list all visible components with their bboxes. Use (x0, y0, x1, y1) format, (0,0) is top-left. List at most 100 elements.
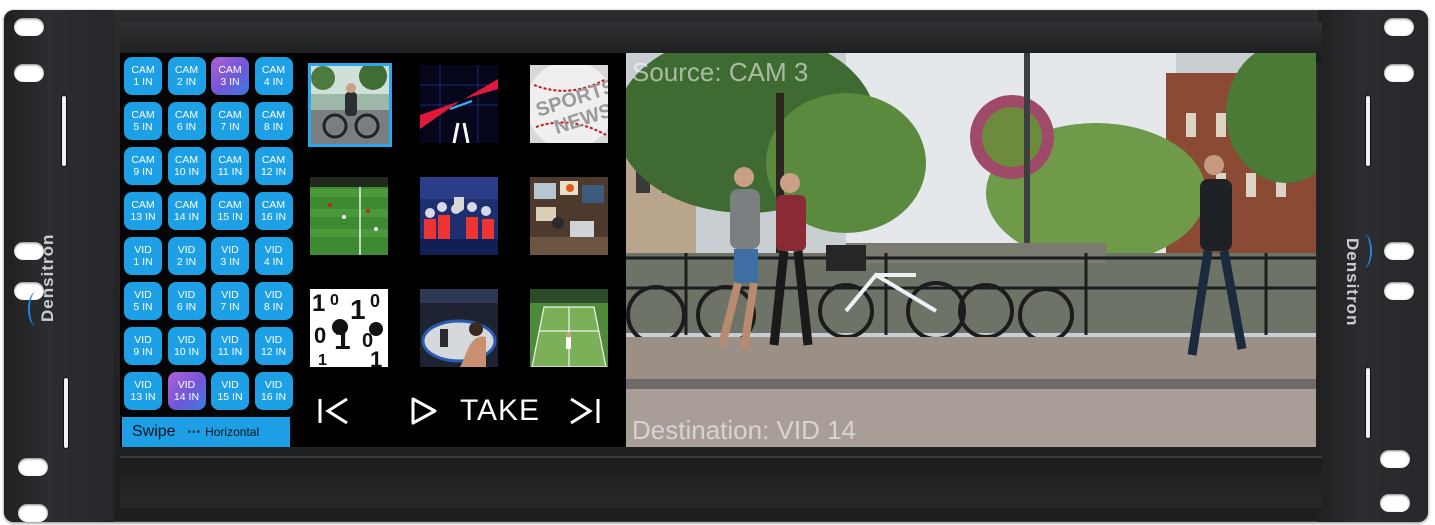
router-button-cam-13-in[interactable]: CAM 13 IN (124, 192, 162, 230)
router-button-vid-15-in[interactable]: VID 15 IN (211, 372, 249, 410)
vent-slot (64, 378, 68, 448)
destination-label: Destination: VID 14 (632, 415, 857, 445)
button-line-2: 15 IN (217, 211, 243, 223)
button-line-1: VID (221, 334, 239, 346)
router-button-cam-3-in[interactable]: CAM 3 IN (211, 57, 249, 95)
mount-hole (1380, 494, 1410, 512)
router-button-vid-5-in[interactable]: VID 5 IN (124, 282, 162, 320)
router-button-cam-9-in[interactable]: CAM 9 IN (124, 147, 162, 185)
router-button-vid-14-in[interactable]: VID 14 IN (167, 372, 206, 410)
button-line-2: 12 IN (260, 346, 287, 358)
button-line-1: CAM (174, 64, 199, 76)
router-button-cam-14-in[interactable]: CAM 14 IN (167, 192, 206, 230)
thumbnail-tennis-court[interactable] (528, 287, 610, 369)
thumbnail-newsroom[interactable] (528, 175, 610, 257)
button-line-1: CAM (174, 199, 199, 211)
button-line-1: CAM (218, 109, 242, 121)
mount-hole (1384, 18, 1414, 36)
first-button[interactable] (314, 391, 354, 431)
button-line-1: CAM (131, 64, 155, 76)
button-line-2: 13 IN (130, 211, 156, 223)
bezel-bottom (120, 456, 1322, 508)
router-button-cam-12-in[interactable]: CAM 12 IN (254, 147, 293, 185)
button-line-2: 16 IN (260, 391, 287, 403)
button-line-1: CAM (218, 199, 242, 211)
button-line-1: CAM (218, 64, 242, 76)
mount-hole (1380, 450, 1410, 468)
logo-swoosh-icon (28, 292, 44, 326)
button-line-2: 2 IN (176, 256, 197, 268)
router-button-cam-6-in[interactable]: CAM 6 IN (167, 102, 206, 140)
thumbnail-fight-arena[interactable] (418, 287, 500, 369)
thumbnail-cyclist-street[interactable] (308, 63, 392, 147)
button-line-2: 10 IN (173, 346, 200, 358)
thumbnail-neon-tunnel[interactable] (418, 63, 500, 145)
svg-text:0: 0 (370, 291, 380, 311)
router-button-cam-8-in[interactable]: CAM 8 IN (254, 102, 293, 140)
router-button-vid-6-in[interactable]: VID 6 IN (167, 282, 206, 320)
router-button-cam-4-in[interactable]: CAM 4 IN (254, 57, 293, 95)
router-button-vid-13-in[interactable]: VID 13 IN (124, 372, 162, 410)
router-button-vid-8-in[interactable]: VID 8 IN (254, 282, 293, 320)
button-line-1: VID (264, 334, 283, 346)
page-dots-icon: ••• (187, 426, 202, 438)
router-button-vid-16-in[interactable]: VID 16 IN (254, 372, 293, 410)
brand-logo-left: Densitron (28, 234, 58, 326)
last-button[interactable] (564, 391, 604, 431)
take-button[interactable]: TAKE (460, 389, 539, 433)
play-icon (411, 397, 437, 425)
router-button-vid-10-in[interactable]: VID 10 IN (167, 327, 206, 365)
mount-hole (1384, 282, 1414, 300)
vent-slot (1366, 96, 1370, 166)
mount-hole (1384, 242, 1414, 260)
thumbnail-numbers-pattern[interactable]: 1 0 1 0 0 1 0 1 1 (308, 287, 390, 369)
button-line-2: 8 IN (263, 301, 284, 313)
button-line-1: VID (177, 334, 196, 346)
swipe-mode-label: Horizontal (205, 425, 260, 439)
button-line-2: 5 IN (133, 121, 153, 133)
button-line-2: 13 IN (130, 391, 156, 403)
router-button-vid-12-in[interactable]: VID 12 IN (254, 327, 293, 365)
button-line-2: 9 IN (133, 346, 153, 358)
swipe-mode-bar[interactable]: Swipe ••• Horizontal (122, 417, 290, 447)
router-button-vid-11-in[interactable]: VID 11 IN (211, 327, 249, 365)
svg-text:0: 0 (314, 323, 326, 348)
button-line-1: CAM (174, 154, 199, 166)
button-line-2: 10 IN (173, 166, 200, 178)
button-line-2: 8 IN (263, 121, 284, 133)
router-button-vid-9-in[interactable]: VID 9 IN (124, 327, 162, 365)
router-button-vid-4-in[interactable]: VID 4 IN (254, 237, 293, 275)
router-button-cam-15-in[interactable]: CAM 15 IN (211, 192, 249, 230)
router-button-cam-10-in[interactable]: CAM 10 IN (167, 147, 206, 185)
router-button-cam-2-in[interactable]: CAM 2 IN (167, 57, 206, 95)
mount-hole (14, 18, 44, 36)
skip-last-icon (570, 397, 600, 425)
mount-hole (18, 504, 48, 522)
svg-text:1: 1 (318, 352, 327, 367)
router-button-vid-1-in[interactable]: VID 1 IN (124, 237, 162, 275)
button-line-2: 4 IN (263, 256, 284, 268)
button-line-2: 3 IN (220, 76, 240, 88)
router-button-cam-16-in[interactable]: CAM 16 IN (254, 192, 293, 230)
thumbnail-football-pitch[interactable] (308, 175, 390, 257)
button-line-2: 11 IN (217, 346, 243, 358)
thumbnail-sports-news[interactable]: SPORTS NEWS (528, 63, 610, 145)
vent-slot (1366, 368, 1370, 438)
button-line-2: 7 IN (220, 121, 240, 133)
router-button-cam-5-in[interactable]: CAM 5 IN (124, 102, 162, 140)
button-line-2: 5 IN (133, 301, 153, 313)
button-line-2: 11 IN (217, 166, 243, 178)
thumbnail-trophy-celebration[interactable] (418, 175, 500, 257)
router-button-cam-7-in[interactable]: CAM 7 IN (211, 102, 249, 140)
transport-controls: TAKE (296, 383, 626, 437)
router-button-cam-11-in[interactable]: CAM 11 IN (211, 147, 249, 185)
router-button-vid-3-in[interactable]: VID 3 IN (211, 237, 249, 275)
play-button[interactable] (404, 391, 444, 431)
button-line-1: VID (264, 244, 283, 256)
router-button-cam-1-in[interactable]: CAM 1 IN (124, 57, 162, 95)
router-button-vid-2-in[interactable]: VID 2 IN (167, 237, 206, 275)
router-button-vid-7-in[interactable]: VID 7 IN (211, 282, 249, 320)
rack-ear-left (4, 10, 114, 522)
button-line-1: VID (177, 244, 196, 256)
button-line-1: CAM (261, 199, 286, 211)
